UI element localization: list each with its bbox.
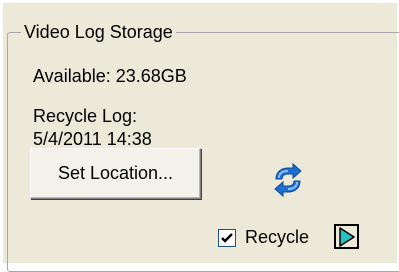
recycle-checkbox-label[interactable]: Recycle: [245, 226, 309, 248]
groupbox-title: Video Log Storage: [21, 21, 176, 43]
window-frame: Video Log Storage Available: 23.68GB Rec…: [0, 0, 399, 272]
play-icon: [339, 227, 355, 247]
refresh-icon[interactable]: [270, 162, 306, 198]
recycle-checkbox[interactable]: [218, 229, 236, 247]
set-location-button[interactable]: Set Location...: [30, 148, 201, 199]
play-button[interactable]: [334, 224, 359, 249]
available-space-text: Available: 23.68GB: [33, 66, 187, 86]
recycle-log-timestamp: 5/4/2011 14:38: [33, 129, 152, 149]
checkmark-icon: [221, 233, 233, 243]
recycle-log-label: Recycle Log:: [33, 106, 138, 126]
